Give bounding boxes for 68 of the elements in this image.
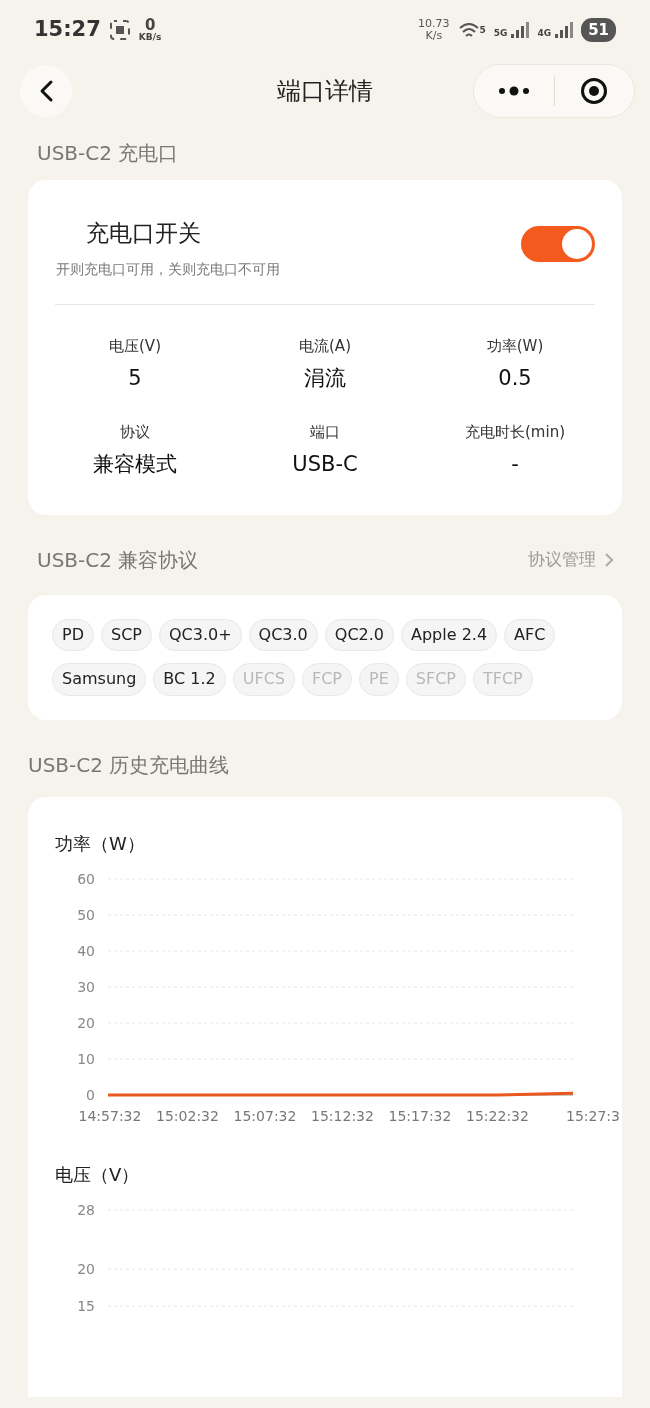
protocol-chip: AFC xyxy=(504,618,556,652)
protocol-chip: QC3.0+ xyxy=(158,618,242,652)
x-tick-label: 15:12:32 xyxy=(311,1108,374,1125)
stat-label: 电压(V) xyxy=(108,335,162,357)
page-title: 端口详情 xyxy=(277,77,373,105)
x-tick-label: 15:02:32 xyxy=(156,1108,219,1125)
stat-value: USB-C xyxy=(291,451,359,478)
battery-level: 51 xyxy=(581,17,616,43)
network-label: 5G xyxy=(493,29,508,38)
chart-title: 功率（W） xyxy=(54,832,146,857)
speed-value: 0 xyxy=(144,18,156,33)
x-tick-label: 15:27:3 xyxy=(566,1108,620,1125)
section-title: USB-C2 历史充电曲线 xyxy=(28,753,230,778)
axis-label: 20 xyxy=(77,1261,95,1278)
stat-label: 充电时长(min) xyxy=(464,421,566,443)
y-tick-label: 0 xyxy=(86,1087,95,1104)
stat-value: 0.5 xyxy=(497,365,533,392)
stat-label: 协议 xyxy=(119,421,151,443)
protocol-chip: FCP xyxy=(302,663,352,697)
protocol-chip: QC2.0 xyxy=(324,618,394,652)
axis-label: 28 xyxy=(77,1202,95,1219)
y-tick-label: 10 xyxy=(77,1051,95,1068)
y-tick-label: 60 xyxy=(77,871,95,888)
stat-value: - xyxy=(510,451,520,478)
stat-label: 电流(A) xyxy=(298,335,352,357)
speed-unit: KB/s xyxy=(138,33,162,42)
network-label: 4G xyxy=(537,29,552,38)
protocol-chip: BC 1.2 xyxy=(153,663,226,697)
protocol-chip: QC3.0 xyxy=(248,618,318,652)
protocol-chip: SCP xyxy=(100,618,152,652)
signal-icon xyxy=(511,22,530,38)
protocol-chip: PE xyxy=(359,663,399,697)
more-icon[interactable] xyxy=(497,85,530,97)
x-tick-label: 15:07:32 xyxy=(233,1108,297,1125)
clock-time: 15:27 xyxy=(34,16,101,44)
axis-label: 15 xyxy=(77,1298,95,1315)
back-button[interactable] xyxy=(20,65,72,117)
y-tick-label: 30 xyxy=(77,979,95,996)
switch-hint: 开则充电口可用，关则充电口不可用 xyxy=(56,259,280,279)
protocol-chip: Samsung xyxy=(52,663,147,697)
x-tick-label: 15:22:32 xyxy=(466,1108,529,1125)
protocol-chip: TFCP xyxy=(472,663,533,697)
chevron-icon xyxy=(604,551,614,568)
protocol-chip: SFCP xyxy=(405,663,466,697)
toggle-switch[interactable] xyxy=(521,226,595,262)
y-tick-label: 20 xyxy=(77,1015,95,1032)
screen-record-icon xyxy=(108,19,131,41)
net-speed: 10.73 xyxy=(418,18,450,30)
protocol-chip: UFCS xyxy=(232,663,295,697)
y-tick-label: 50 xyxy=(77,907,95,924)
section-title: USB-C2 兼容协议 xyxy=(37,546,199,574)
y-tick-label: 40 xyxy=(77,943,95,960)
manage-link[interactable]: 协议管理 xyxy=(528,546,614,573)
net-speed-unit: K/s xyxy=(424,30,444,42)
wifi-label: 5 xyxy=(479,25,486,35)
signal-icon xyxy=(555,22,574,38)
protocol-chip: PD xyxy=(52,618,94,652)
protocol-chip: Apple 2.4 xyxy=(401,618,498,652)
stat-value: 涓流 xyxy=(303,365,347,392)
stat-label: 端口 xyxy=(309,421,341,443)
stat-label: 功率(W) xyxy=(485,335,545,357)
section-title: USB-C2 充电口 xyxy=(37,141,179,165)
chart-title: 电压（V） xyxy=(54,1163,141,1188)
switch-title: 充电口开关 xyxy=(85,219,202,248)
stat-value: 兼容模式 xyxy=(92,451,178,478)
x-tick-label: 14:57:32 xyxy=(78,1108,142,1125)
x-tick-label: 15:17:32 xyxy=(388,1108,452,1125)
stat-value: 5 xyxy=(127,365,143,392)
